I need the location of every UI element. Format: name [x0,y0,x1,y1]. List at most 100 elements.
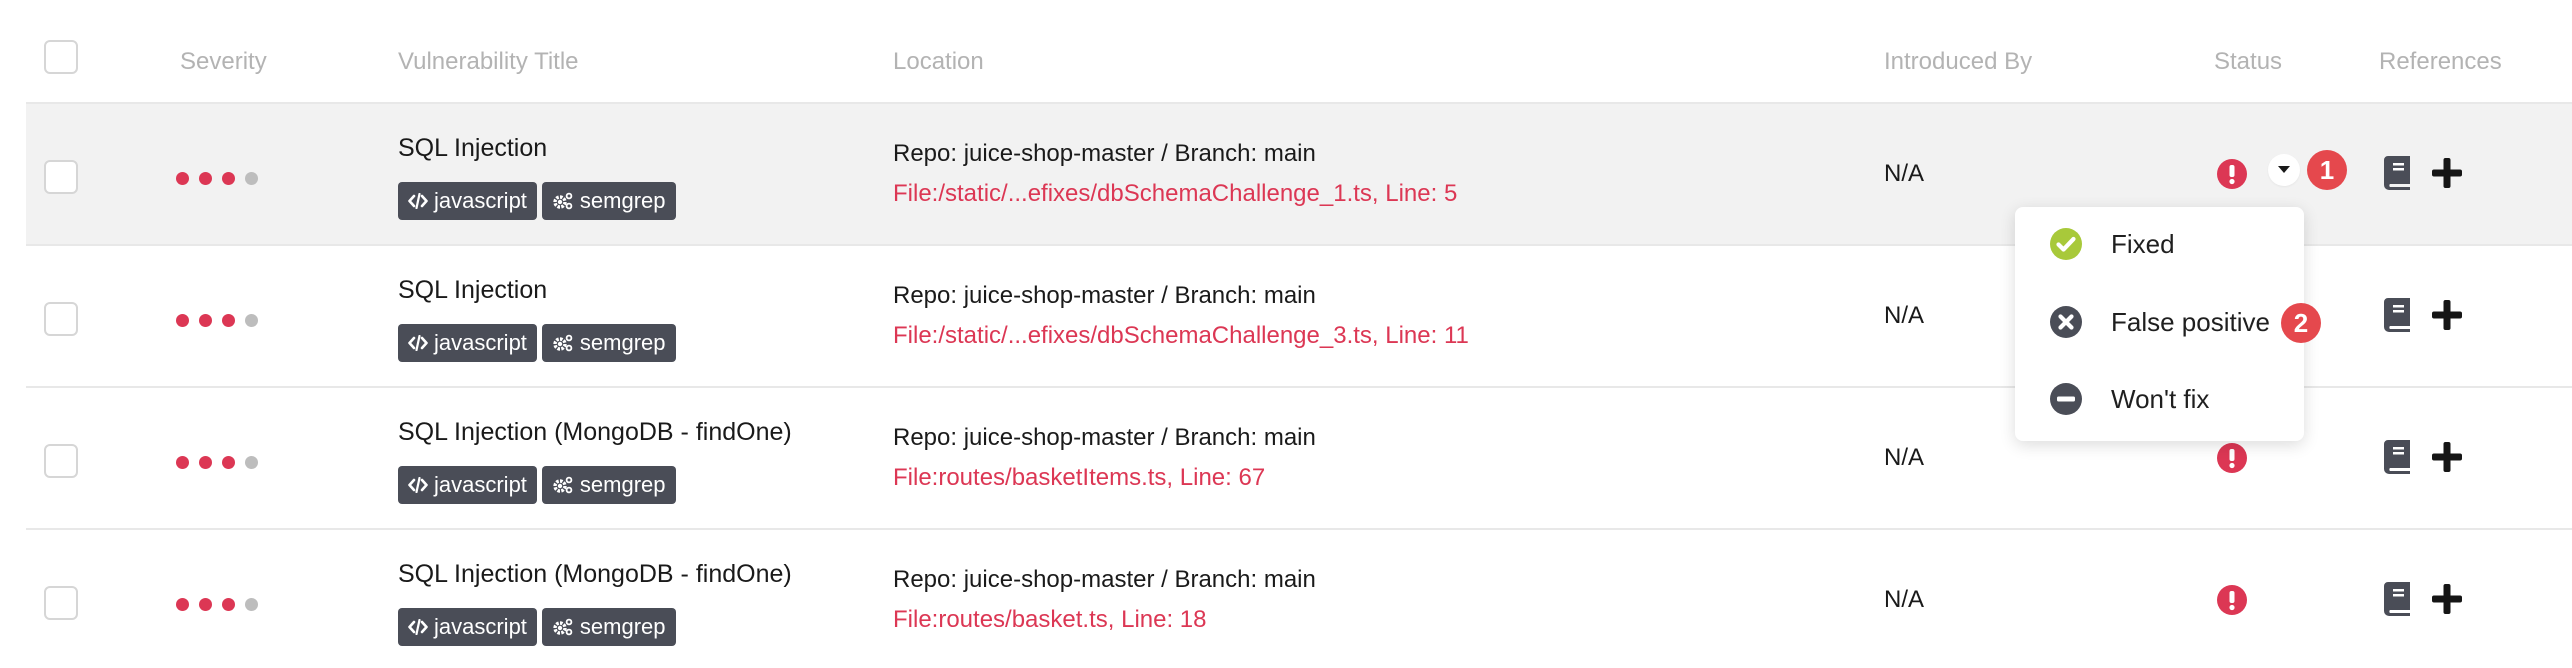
tag-list: javascript semgrep [398,466,676,504]
plus-icon[interactable] [2432,300,2462,330]
tag-javascript: javascript [398,324,537,362]
status-dropdown-toggle[interactable] [2268,154,2300,186]
severity-dot-filled [199,172,212,185]
severity-indicator [176,172,258,185]
book-icon[interactable] [2384,156,2412,190]
step-badge-2: 2 [2281,303,2321,343]
exclamation-circle-icon [2217,443,2247,473]
location: Repo: juice-shop-master / Branch: main F… [893,282,1469,350]
tag-label: javascript [434,472,527,497]
menu-item-false-positive[interactable]: False positive [2049,305,2270,339]
references [2384,440,2462,474]
severity-dot-filled [222,172,235,185]
minus-circle-icon [2050,383,2082,415]
severity-indicator [176,456,258,469]
severity-indicator [176,598,258,611]
row-checkbox[interactable] [44,444,78,478]
times-circle-icon [2050,306,2082,338]
column-header-location[interactable]: Location [893,48,984,76]
severity-indicator [176,314,258,327]
column-header-references[interactable]: References [2379,48,2502,76]
step-badge-1: 1 [2307,150,2347,190]
introduced-by: N/A [1884,586,1925,613]
references [2384,156,2462,190]
introduced-by: N/A [1884,444,1925,471]
tag-label: semgrep [579,330,666,355]
status-button[interactable] [2216,442,2248,474]
select-all-checkbox[interactable] [44,40,78,74]
tag-semgrep: semgrep [541,324,676,362]
severity-dot-empty [245,456,258,469]
code-icon [408,193,428,209]
severity-dot-filled [176,172,189,185]
column-header-severity[interactable]: Severity [180,48,267,76]
cogs-icon [553,334,573,352]
column-header-title[interactable]: Vulnerability Title [398,48,579,76]
tag-javascript: javascript [398,182,537,220]
severity-dot-filled [199,456,212,469]
code-icon [408,477,428,493]
cogs-icon [553,476,573,494]
severity-dot-filled [199,598,212,611]
book-icon[interactable] [2384,298,2412,332]
tag-javascript: javascript [398,466,537,504]
introduced-by: N/A [1884,302,1925,329]
file-link[interactable]: File:routes/basketItems.ts, Line: 67 [893,464,1316,492]
tag-javascript: javascript [398,608,537,646]
menu-item-wont-fix[interactable]: Won't fix [2049,382,2209,416]
row-checkbox[interactable] [44,160,78,194]
status-dropdown-menu: Fixed False positive Won't fix [2015,207,2304,441]
severity-dot-filled [199,314,212,327]
file-link[interactable]: File:routes/basket.ts, Line: 18 [893,606,1316,634]
status-button[interactable] [2216,584,2248,616]
exclamation-circle-icon [2217,159,2247,189]
severity-dot-filled [176,456,189,469]
tag-label: semgrep [579,472,666,497]
book-icon[interactable] [2384,582,2412,616]
severity-dot-filled [222,598,235,611]
row-checkbox[interactable] [44,586,78,620]
table-row[interactable]: SQL Injection (MongoDB - findOne) javasc… [26,528,2572,668]
tag-semgrep: semgrep [541,608,676,646]
code-icon [408,335,428,351]
plus-icon[interactable] [2432,158,2462,188]
menu-item-label: False positive [2111,306,2270,337]
severity-dot-filled [176,598,189,611]
tag-list: javascript semgrep [398,324,676,362]
repo-branch: Repo: juice-shop-master / Branch: main [893,566,1316,593]
tag-label: semgrep [579,188,666,213]
book-icon[interactable] [2384,440,2412,474]
severity-dot-filled [222,314,235,327]
check-circle-icon [2050,228,2082,260]
vulnerability-title[interactable]: SQL Injection (MongoDB - findOne) [398,560,792,589]
severity-dot-empty [245,172,258,185]
vulnerability-title[interactable]: SQL Injection (MongoDB - findOne) [398,418,792,447]
tag-label: javascript [434,330,527,355]
vulnerability-title[interactable]: SQL Injection [398,276,547,305]
row-checkbox[interactable] [44,302,78,336]
vulnerability-title[interactable]: SQL Injection [398,134,547,163]
plus-icon[interactable] [2432,442,2462,472]
code-icon [408,619,428,635]
severity-dot-empty [245,598,258,611]
tag-label: javascript [434,614,527,639]
plus-icon[interactable] [2432,584,2462,614]
tag-semgrep: semgrep [541,182,676,220]
menu-item-label: Won't fix [2111,383,2210,414]
cogs-icon [553,192,573,210]
severity-dot-empty [245,314,258,327]
location: Repo: juice-shop-master / Branch: main F… [893,140,1457,208]
location: Repo: juice-shop-master / Branch: main F… [893,566,1316,634]
column-header-status[interactable]: Status [2214,48,2282,76]
repo-branch: Repo: juice-shop-master / Branch: main [893,140,1316,167]
status-button[interactable] [2216,158,2248,190]
table-header: Severity Vulnerability Title Location In… [26,0,2572,102]
tag-list: javascript semgrep [398,608,676,646]
tag-label: semgrep [579,614,666,639]
file-link[interactable]: File:/static/...efixes/dbSchemaChallenge… [893,180,1457,208]
menu-item-fixed[interactable]: Fixed [2049,227,2175,261]
column-header-introduced-by[interactable]: Introduced By [1884,48,2032,76]
file-link[interactable]: File:/static/...efixes/dbSchemaChallenge… [893,322,1469,350]
location: Repo: juice-shop-master / Branch: main F… [893,424,1316,492]
references [2384,582,2462,616]
